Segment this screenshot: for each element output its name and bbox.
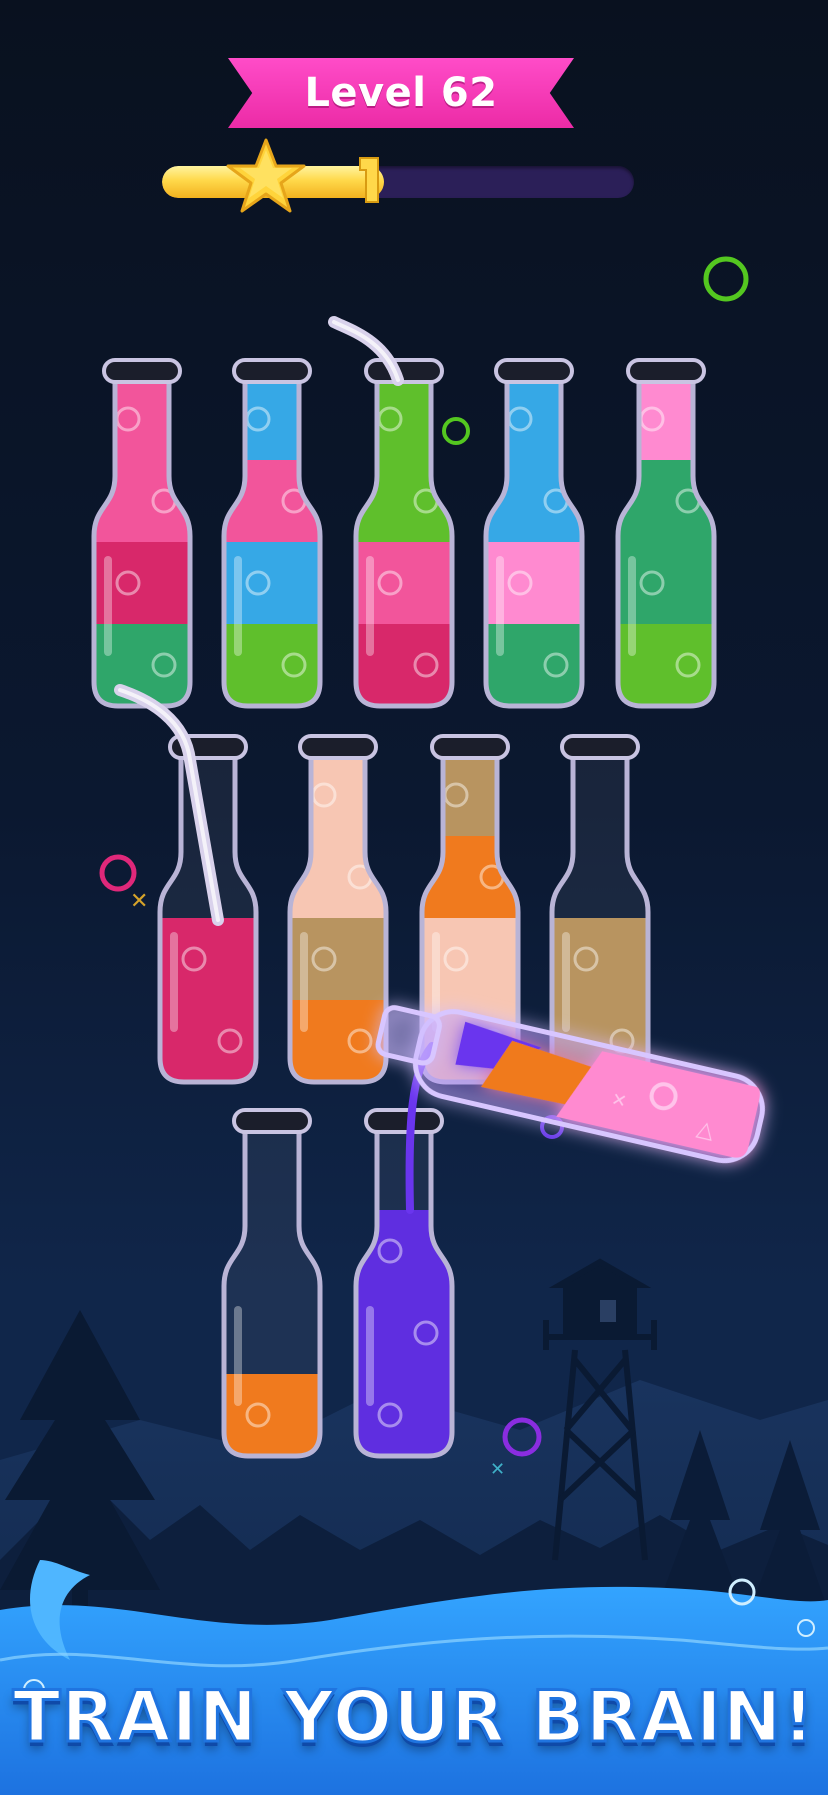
bottle-rim [232, 1108, 312, 1134]
liquid-layer [618, 460, 714, 543]
trophy-marker-icon [359, 157, 379, 203]
bottle-rim [494, 358, 574, 384]
bottle-row1-1[interactable] [82, 356, 202, 709]
background-scene: ✕ ✕ △ ✕ [0, 256, 828, 1795]
liquid-layer [486, 624, 582, 706]
liquid-layer [94, 460, 190, 543]
star-icon [226, 138, 306, 213]
liquid-layer [224, 1374, 320, 1456]
bottle-rim [298, 734, 378, 760]
bottle-rim [626, 358, 706, 384]
bottle-row1-5[interactable] [606, 356, 726, 709]
liquid-layer [422, 918, 518, 1001]
ring-decoration [99, 854, 137, 892]
level-title: Level 62 [304, 70, 498, 116]
bottle-rim [560, 734, 640, 760]
liquid-layer [290, 918, 386, 1001]
liquid-layer [356, 1292, 452, 1375]
liquid-layer [224, 624, 320, 706]
bottle-row3-2[interactable] [344, 1108, 464, 1459]
liquid-layer [618, 624, 714, 706]
bottle-rim [364, 1108, 444, 1134]
ring-decoration [703, 256, 749, 302]
game-screen: ✕ ✕ △ ✕ Level 62 TRAIN YOUR BRAIN! [0, 0, 828, 1795]
liquid-layer [486, 542, 582, 625]
liquid-layer [356, 1210, 452, 1293]
liquid-layer [224, 542, 320, 625]
bottle-rim [364, 358, 444, 384]
liquid-layer [422, 836, 518, 919]
bottle-row2-4[interactable] [540, 734, 660, 1085]
bottle-row1-4[interactable] [474, 356, 594, 709]
bottle-row1-2[interactable] [212, 356, 332, 709]
liquid-layer [224, 460, 320, 543]
slogan-text: TRAIN YOUR BRAIN! [11, 1675, 816, 1760]
bottle-rim [430, 734, 510, 760]
liquid-layer [290, 836, 386, 919]
level-banner: Level 62 [228, 58, 574, 128]
liquid-layer [160, 1000, 256, 1082]
bottle-row3-1[interactable] [212, 1108, 332, 1459]
liquid-layer [486, 460, 582, 543]
liquid-layer [356, 460, 452, 543]
cross-decoration: ✕ [490, 1459, 505, 1480]
liquid-layer [552, 918, 648, 1001]
bottle-rim [232, 358, 312, 384]
liquid-layer [356, 542, 452, 625]
liquid-layer [356, 624, 452, 706]
bottle-row1-3[interactable] [344, 356, 464, 709]
liquid-layer [356, 1374, 452, 1456]
liquid-layer [160, 918, 256, 1001]
bottle-rim [102, 358, 182, 384]
liquid-layer [618, 542, 714, 625]
cross-decoration: ✕ [130, 889, 148, 914]
liquid-layer [94, 542, 190, 625]
ring-decoration [442, 417, 470, 445]
bottle-row2-1[interactable] [148, 734, 268, 1085]
